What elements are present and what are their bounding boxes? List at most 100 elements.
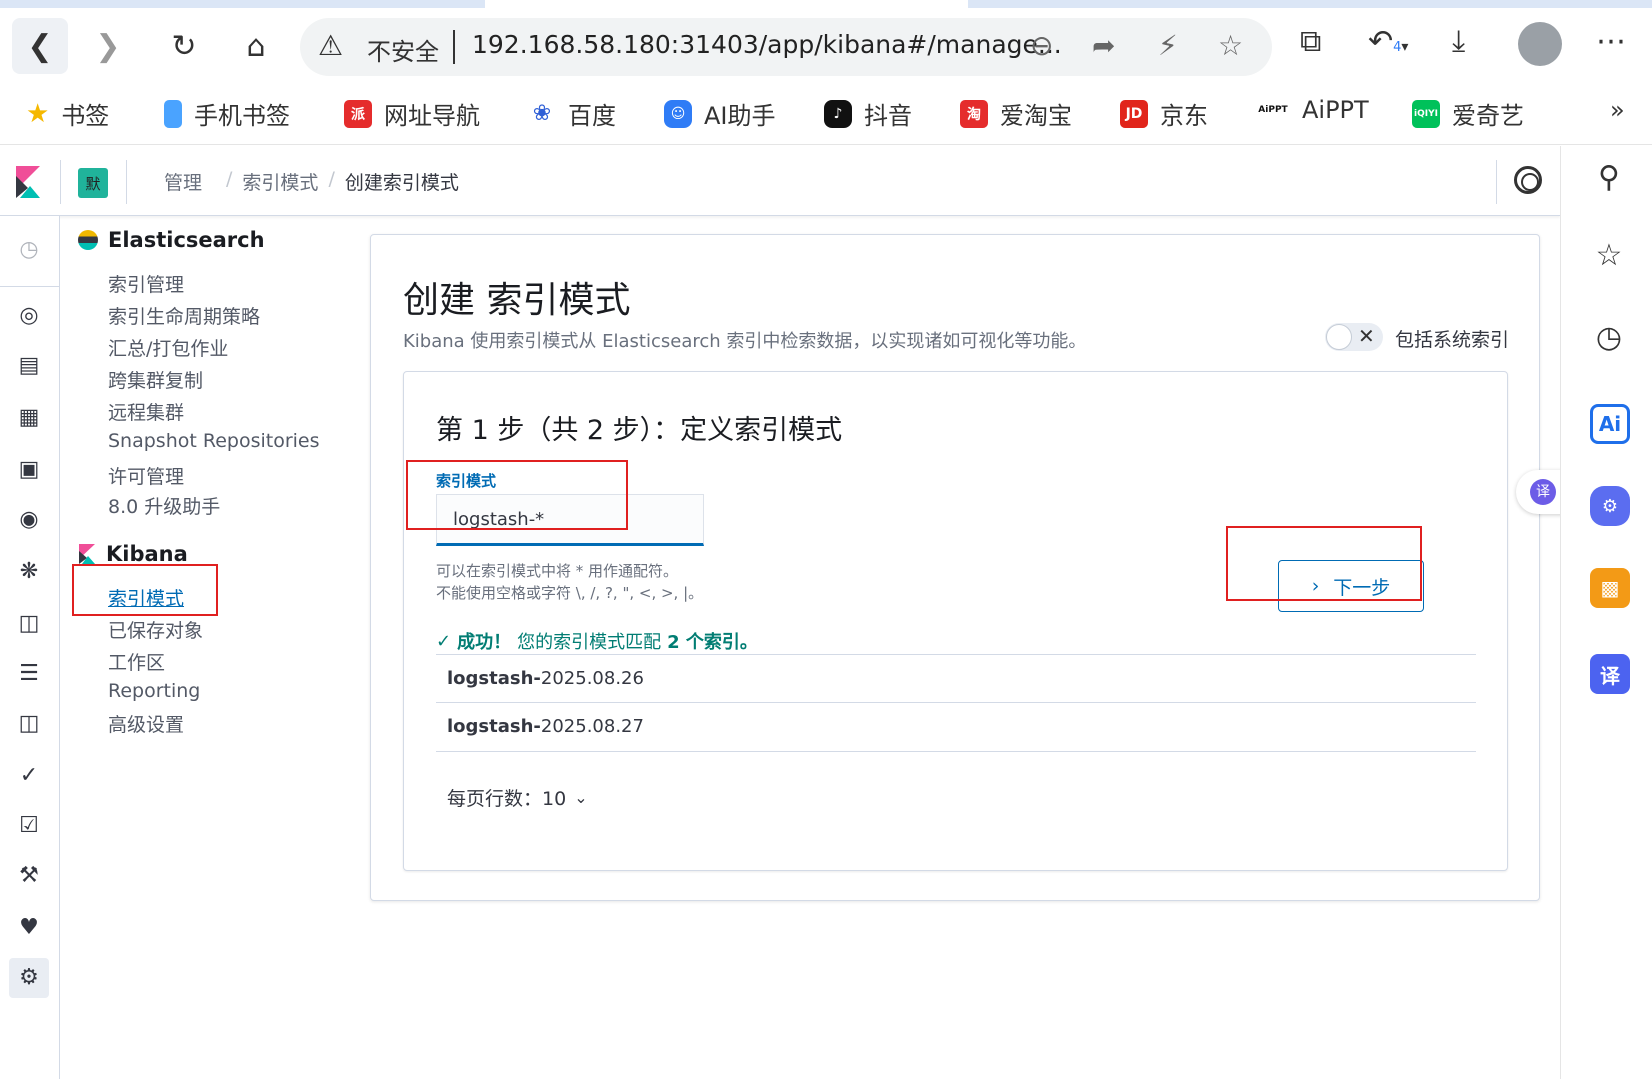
devtools-icon[interactable]: ⚒ — [15, 862, 43, 890]
visualize-icon[interactable]: ▤ — [15, 352, 43, 380]
home-button[interactable]: ⌂ — [228, 18, 284, 74]
back-icon: ❮ — [27, 28, 53, 64]
aippt-icon: AiPPT — [1256, 96, 1290, 124]
index-prefix: logstash- — [447, 716, 541, 737]
bookmark-label: 抖音 — [864, 102, 912, 130]
translate-tool-icon[interactable]: 译 — [1590, 654, 1630, 694]
index-prefix: logstash- — [447, 668, 541, 689]
side-item-ilm[interactable]: 索引生命周期策略 — [108, 302, 260, 329]
url-text[interactable]: 192.168.58.180:31403/app/kibana#/manage.… — [472, 30, 1062, 59]
ml-icon[interactable]: ❋ — [15, 558, 43, 586]
rows-per-page-label: 每页行数：10 — [447, 788, 567, 810]
canvas-icon[interactable]: ▣ — [15, 456, 43, 484]
bookmark-item[interactable]: iQIYI 爱奇艺 — [1412, 96, 1524, 131]
side-item-snapshots[interactable]: Snapshot Repositories — [108, 430, 320, 452]
home-icon: ⌂ — [246, 28, 266, 64]
share-icon[interactable]: ➦ — [1092, 29, 1115, 62]
security-label: 不安全 — [367, 38, 439, 66]
page-title: 创建 索引模式 — [403, 280, 631, 321]
help-icon[interactable] — [1514, 166, 1542, 194]
help-text-invalid-chars: 不能使用空格或字符 \, /, ?, ", <, >, |。 — [436, 584, 704, 602]
taobao-icon: 淘 — [960, 99, 988, 128]
nav-rail: ◷ ◎ ▤ ▦ ▣ ◉ ❋ ◫ ☰ ◫ ✓ ☑ ⚒ ♥ ⚙ — [0, 216, 60, 1079]
iqiyi-icon: iQIYI — [1412, 99, 1440, 128]
favorites-star-icon[interactable]: ☆ — [1589, 236, 1629, 276]
bookmark-item[interactable]: 手机书签 — [164, 96, 290, 131]
elasticsearch-section-title: Elasticsearch — [78, 228, 265, 252]
breadcrumb-mid[interactable]: 索引模式 — [242, 168, 318, 195]
ai-assistant-icon: ☺ — [664, 99, 692, 128]
kibana-small-logo-icon — [79, 544, 95, 564]
side-item-rollup[interactable]: 汇总/打包作业 — [108, 334, 228, 361]
elasticsearch-logo-icon — [78, 230, 98, 250]
bookmark-item[interactable]: 淘爱淘宝 — [960, 96, 1072, 131]
breadcrumb-root[interactable]: 管理 — [164, 168, 202, 195]
bookmark-item[interactable]: ♪ 抖音 — [824, 96, 912, 131]
extensions-icon[interactable]: ⧉ — [1300, 24, 1321, 59]
address-bar[interactable]: ⚠ 不安全 192.168.58.180:31403/app/kibana#/m… — [300, 18, 1272, 76]
side-item-saved-objects[interactable]: 已保存对象 — [108, 616, 203, 643]
step-card: 第 1 步（共 2 步）：定义索引模式 索引模式 可以在索引模式中将 * 用作通… — [403, 371, 1508, 871]
match-success-message: ✓ 成功！ 您的索引模式匹配 2 个索引。 — [436, 628, 758, 654]
bookmark-item[interactable]: ★ 书签 — [26, 96, 109, 131]
system-indices-toggle[interactable]: ✕ — [1325, 323, 1383, 351]
maps-icon[interactable]: ◉ — [15, 506, 43, 534]
toolbox-icon[interactable]: ▩ — [1590, 568, 1630, 608]
bookmark-item[interactable]: 派网址导航 — [344, 96, 480, 131]
monitoring-icon[interactable]: ♥ — [15, 914, 43, 942]
clock-icon[interactable]: ◷ — [1589, 318, 1629, 358]
zoom-icon[interactable]: ⊖ — [1030, 29, 1053, 62]
bookmark-label: 爱淘宝 — [1000, 102, 1072, 130]
bookmark-label: AiPPT — [1302, 96, 1369, 124]
game-controller-icon[interactable]: ⚙ — [1590, 486, 1630, 526]
ai-icon[interactable]: Ai — [1590, 404, 1630, 444]
side-item-ccr[interactable]: 跨集群复制 — [108, 366, 203, 393]
browser-right-sidebar: ⚲ ☆ ◷ Ai ⚙ ▩ 译 — [1560, 146, 1652, 1079]
side-item-spaces[interactable]: 工作区 — [108, 648, 165, 675]
side-item-upgrade[interactable]: 8.0 升级助手 — [108, 492, 220, 519]
siem-icon[interactable]: ☑ — [15, 812, 43, 840]
recent-icon[interactable]: ◷ — [15, 236, 43, 264]
management-gear-icon[interactable]: ⚙ — [9, 958, 49, 998]
side-item-remote-clusters[interactable]: 远程集群 — [108, 398, 184, 425]
kibana-logo[interactable] — [14, 166, 42, 198]
uptime-icon[interactable]: ✓ — [15, 762, 43, 790]
bookmark-item[interactable]: JD 京东 — [1120, 96, 1208, 131]
side-item-reporting[interactable]: Reporting — [108, 680, 200, 702]
more-menu-icon[interactable]: ⋯ — [1596, 24, 1626, 59]
translate-icon: 译 — [1530, 479, 1556, 505]
index-suffix: 2025.08.26 — [540, 668, 644, 689]
logs-icon[interactable]: ☰ — [15, 660, 43, 688]
history-icon[interactable]: ↶4▾ — [1368, 24, 1408, 59]
check-icon: ✓ — [436, 630, 452, 652]
lightning-icon[interactable]: ⚡ — [1158, 29, 1178, 62]
search-icon[interactable]: ⚲ — [1589, 158, 1629, 198]
bookmark-item[interactable]: ☺ AI助手 — [664, 96, 776, 131]
space-badge[interactable]: 默 — [78, 168, 108, 198]
reload-icon: ↻ — [171, 28, 197, 64]
side-item-license[interactable]: 许可管理 — [108, 462, 184, 489]
forward-button[interactable]: ❯ — [80, 18, 136, 74]
download-icon[interactable]: ⤓ — [1452, 24, 1465, 59]
step-title: 第 1 步（共 2 步）：定义索引模式 — [436, 415, 843, 446]
apm-icon[interactable]: ◫ — [15, 710, 43, 738]
bookmarks-overflow-button[interactable]: » — [1610, 96, 1625, 124]
breadcrumb-current: 创建索引模式 — [344, 172, 459, 194]
avatar[interactable] — [1518, 22, 1562, 66]
discover-icon[interactable]: ◎ — [15, 302, 43, 330]
favorite-star-icon[interactable]: ☆ — [1218, 29, 1243, 62]
bookmark-item[interactable]: ❀ 百度 — [528, 96, 616, 131]
reload-button[interactable]: ↻ — [156, 18, 212, 74]
dashboard-icon[interactable]: ▦ — [15, 404, 43, 432]
back-button[interactable]: ❮ — [12, 18, 68, 74]
infrastructure-icon[interactable]: ◫ — [15, 610, 43, 638]
side-item-index-management[interactable]: 索引管理 — [108, 270, 184, 297]
breadcrumb-separator: / — [226, 168, 233, 190]
rows-per-page-selector[interactable]: 每页行数：10 ⌄ — [447, 784, 588, 811]
bookmark-label: 百度 — [568, 102, 616, 130]
bookmark-item[interactable]: AiPPT AiPPT — [1256, 96, 1369, 124]
nav-icon: 派 — [344, 99, 372, 128]
side-item-advanced-settings[interactable]: 高级设置 — [108, 710, 184, 737]
bookmark-label: AI助手 — [704, 102, 776, 130]
phone-bookmark-icon — [164, 99, 182, 128]
